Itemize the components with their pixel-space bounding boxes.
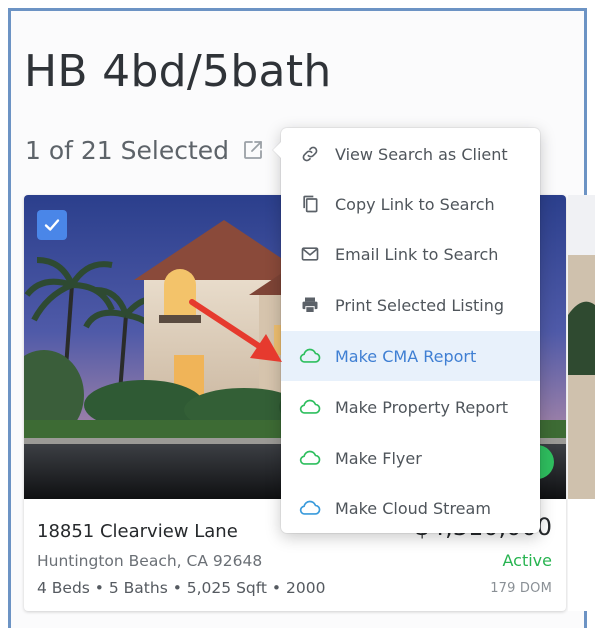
menu-item-make-cma-report[interactable]: Make CMA Report bbox=[281, 331, 540, 381]
checkmark-icon bbox=[44, 219, 60, 231]
link-icon bbox=[299, 143, 321, 165]
cloud-icon bbox=[299, 345, 321, 367]
menu-item-label: Make Property Report bbox=[335, 397, 509, 417]
copy-icon bbox=[299, 193, 321, 215]
menu-item-make-cloud-stream[interactable]: Make Cloud Stream bbox=[281, 483, 540, 533]
menu-item-label: Make CMA Report bbox=[335, 346, 477, 366]
menu-item-make-flyer[interactable]: Make Flyer bbox=[281, 433, 540, 483]
listing-status: Active bbox=[502, 551, 553, 570]
menu-item-view-search-as-client[interactable]: View Search as Client bbox=[281, 129, 540, 179]
mail-icon bbox=[299, 243, 321, 265]
listing-dom: 179 DOM bbox=[490, 581, 552, 596]
selected-count: 1 of 21 Selected bbox=[25, 136, 230, 165]
menu-item-label: Make Cloud Stream bbox=[335, 498, 491, 518]
cloud-icon bbox=[299, 497, 321, 519]
share-menu: View Search as Client Copy Link to Searc… bbox=[273, 128, 540, 533]
menu-item-label: Email Link to Search bbox=[335, 244, 499, 264]
menu-item-make-property-report[interactable]: Make Property Report bbox=[281, 382, 540, 432]
menu-item-label: Print Selected Listing bbox=[335, 295, 505, 315]
menu-caret bbox=[273, 142, 281, 158]
listing-address: 18851 Clearview Lane bbox=[37, 521, 238, 542]
external-link-icon bbox=[244, 141, 262, 159]
select-checkbox[interactable] bbox=[37, 210, 67, 240]
listing-city: Huntington Beach, CA 92648 bbox=[37, 552, 263, 570]
menu-item-label: View Search as Client bbox=[335, 144, 508, 164]
share-button[interactable] bbox=[240, 137, 266, 163]
printer-icon bbox=[299, 294, 321, 316]
page-title: HB 4bd/5bath bbox=[24, 46, 332, 97]
menu-item-label: Copy Link to Search bbox=[335, 194, 495, 214]
menu-item-print-listing[interactable]: Print Selected Listing bbox=[281, 280, 540, 330]
cloud-icon bbox=[299, 396, 321, 418]
cloud-icon bbox=[299, 447, 321, 469]
next-card-peek bbox=[568, 195, 595, 611]
menu-item-label: Make Flyer bbox=[335, 448, 422, 468]
listing-specs: 4 Beds • 5 Baths • 5,025 Sqft • 2000 bbox=[37, 579, 326, 597]
menu-item-copy-link[interactable]: Copy Link to Search bbox=[281, 179, 540, 229]
menu-item-email-link[interactable]: Email Link to Search bbox=[281, 229, 540, 279]
